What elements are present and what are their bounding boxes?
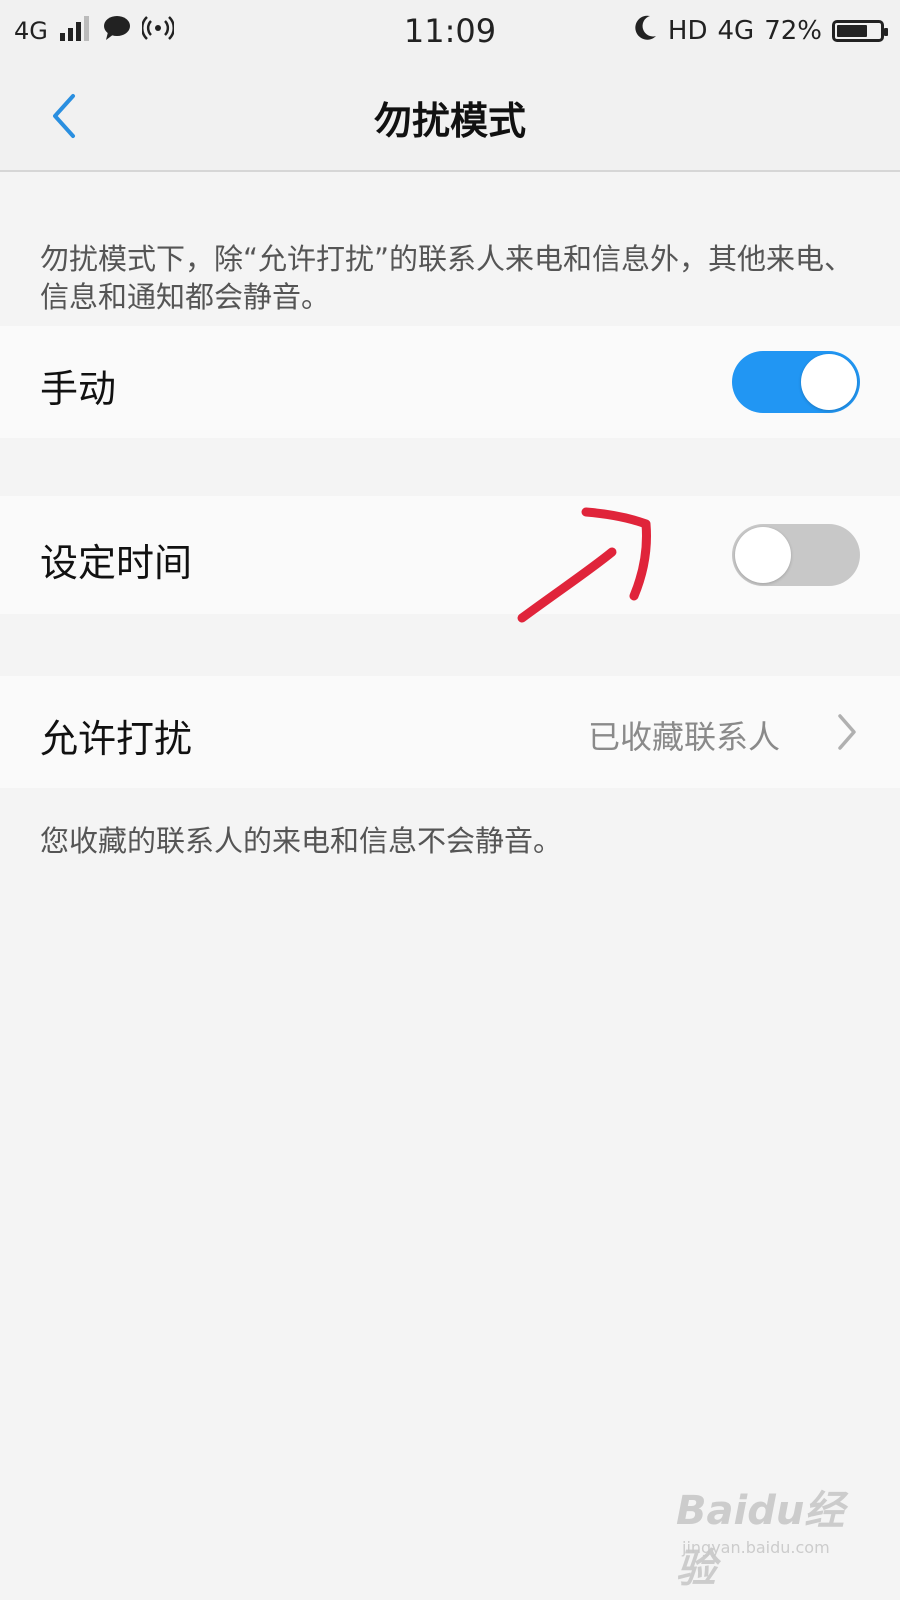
allow-footnote: 您收藏的联系人的来电和信息不会静音。 — [40, 824, 563, 858]
battery-label: 72% — [764, 16, 822, 46]
hd-label: HD — [667, 16, 708, 46]
status-bar: 4G 11:09 HD 4G 72% — [0, 0, 900, 62]
manual-toggle[interactable] — [732, 351, 860, 413]
toggle-knob — [801, 354, 857, 410]
schedule-label: 设定时间 — [40, 541, 193, 585]
network-right-label: 4G — [717, 16, 755, 46]
allow-row[interactable]: 允许打扰 已收藏联系人 — [0, 676, 900, 788]
status-right: HD 4G 72% — [632, 14, 888, 49]
battery-icon — [832, 20, 888, 42]
battery-fill — [837, 25, 868, 37]
baidu-watermark: Baidu经验 jingyan.baidu.com — [676, 1458, 876, 1592]
manual-label: 手动 — [40, 367, 117, 411]
page-title: 勿扰模式 — [373, 99, 526, 143]
mode-description: 勿扰模式下，除“允许打扰”的联系人来电和信息外，其他来电、信息和通知都会静音。 — [40, 242, 854, 314]
allow-value: 已收藏联系人 — [587, 718, 780, 756]
watermark-brand: Baidu经验 — [676, 1488, 845, 1592]
app-header: 勿扰模式 — [0, 62, 900, 172]
chevron-right-icon — [838, 714, 856, 750]
toggle-knob — [735, 527, 791, 583]
watermark-url: jingyan.baidu.com — [682, 1538, 830, 1557]
allow-label: 允许打扰 — [40, 717, 193, 761]
moon-icon — [632, 14, 658, 49]
manual-row[interactable]: 手动 — [0, 326, 900, 438]
schedule-toggle[interactable] — [732, 524, 860, 586]
schedule-row[interactable]: 设定时间 — [0, 496, 900, 614]
